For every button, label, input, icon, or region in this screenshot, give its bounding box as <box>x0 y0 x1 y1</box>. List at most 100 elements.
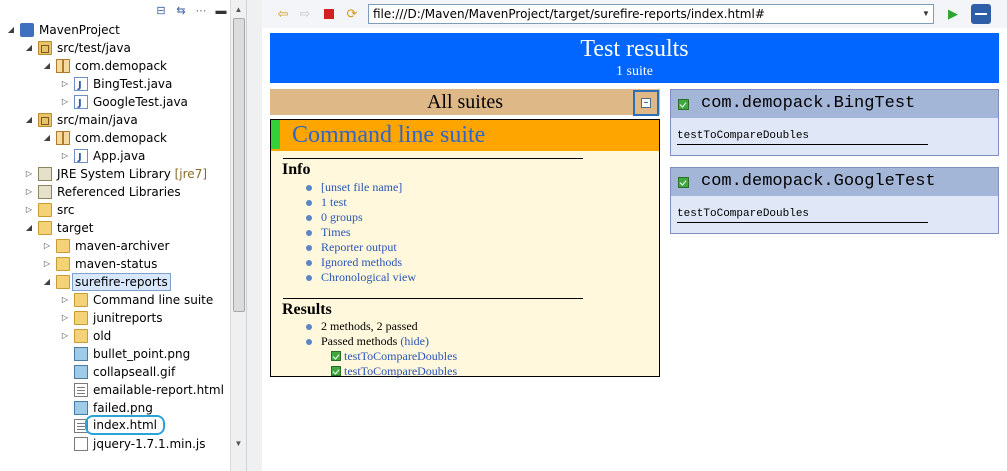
expand-toggle-icon[interactable]: ▷ <box>60 291 70 309</box>
tree-item[interactable]: bullet_point.png <box>0 345 230 363</box>
expand-toggle-icon[interactable]: ▷ <box>42 255 52 273</box>
tree-item[interactable]: ▷ maven-status <box>0 255 230 273</box>
divider <box>283 158 583 159</box>
tree-item[interactable]: ▷ BingTest.java <box>0 75 230 95</box>
go-icon[interactable]: ▶ <box>945 6 961 22</box>
tree-item-text: maven-status <box>75 257 158 271</box>
passed-method-link[interactable]: testToCompareDoubles <box>344 364 457 378</box>
info-link[interactable]: Reporter output <box>306 240 416 255</box>
expand-toggle-icon[interactable]: ▷ <box>60 147 70 165</box>
collapse-toggle-icon[interactable]: ◢ <box>24 111 34 129</box>
tree-item[interactable]: ▷ App.java <box>0 147 230 167</box>
tree-item[interactable]: ▷ src <box>0 201 230 219</box>
package-icon <box>56 131 70 145</box>
tree-item[interactable]: ◢ target <box>0 219 230 237</box>
tree-item[interactable]: ▷ maven-archiver <box>0 237 230 255</box>
tree-item-text: com.demopack <box>75 59 167 73</box>
expand-toggle-icon[interactable]: ▷ <box>24 165 34 183</box>
tree-item-text: JRE System Library <box>57 167 171 181</box>
passed-method-item[interactable]: testToCompareDoubles <box>331 349 457 364</box>
tree-item[interactable]: ▷ GoogleTest.java <box>0 93 230 113</box>
info-link[interactable]: [unset file name] <box>306 180 416 195</box>
passed-method-link[interactable]: testToCompareDoubles <box>344 349 457 363</box>
folder-icon <box>74 293 88 307</box>
info-link[interactable]: Chronological view <box>306 270 416 285</box>
tree-item[interactable]: ▷ Command line suite <box>0 291 230 309</box>
info-link[interactable]: Times <box>306 225 416 240</box>
tree-item[interactable]: ▷ Referenced Libraries <box>0 183 230 201</box>
collapse-toggle-icon[interactable]: ◢ <box>42 273 52 291</box>
tree-item[interactable]: ◢ com.demopack <box>0 129 230 147</box>
expand-toggle-icon[interactable]: ▷ <box>60 93 70 111</box>
info-link[interactable]: 0 groups <box>306 210 416 225</box>
tree-item-label: src <box>57 201 75 219</box>
tree-item[interactable]: ▷ junitreports <box>0 309 230 327</box>
image-file-icon <box>74 365 88 379</box>
expand-toggle-icon[interactable]: ▷ <box>60 327 70 345</box>
expand-toggle-icon[interactable]: ▷ <box>24 183 34 201</box>
suites-header: All suites <box>270 89 660 115</box>
tree-item-label: old <box>93 327 111 345</box>
open-external-icon[interactable] <box>971 4 991 24</box>
tree-item[interactable]: ▷ old <box>0 327 230 345</box>
passed-method-item[interactable]: testToCompareDoubles <box>331 364 457 379</box>
tree-item-text: src <box>57 203 75 217</box>
expand-toggle-icon[interactable]: ▷ <box>24 201 34 219</box>
scroll-down-icon[interactable]: ▼ <box>231 436 246 451</box>
folder-icon <box>74 329 88 343</box>
tree-item-text: App.java <box>93 149 146 163</box>
tree-item[interactable]: emailable-report.html <box>0 381 230 399</box>
tree-item[interactable]: collapseall.gif <box>0 363 230 381</box>
tree-item-text: jquery-1.7.1.min.js <box>93 437 206 451</box>
url-dropdown-icon[interactable]: ▼ <box>919 5 933 23</box>
scroll-thumb[interactable] <box>233 18 245 312</box>
link-with-editor-icon[interactable]: ⇆ <box>174 4 188 18</box>
minimize-icon[interactable]: ▬ <box>214 4 228 18</box>
stop-icon[interactable] <box>321 6 337 22</box>
library-icon <box>38 185 52 199</box>
info-link[interactable]: 1 test <box>306 195 416 210</box>
collapse-toggle-icon[interactable]: ◢ <box>6 21 16 39</box>
explorer-scrollbar[interactable]: ▲ ▼ <box>230 0 246 471</box>
pass-status-strip <box>271 120 280 149</box>
folder-icon <box>38 203 52 217</box>
tree-item-label: Command line suite <box>93 291 213 309</box>
collapse-toggle-icon[interactable]: ◢ <box>24 39 34 57</box>
java-file-icon <box>74 149 88 167</box>
expand-toggle-icon[interactable]: ▷ <box>60 75 70 93</box>
tree-item-label: MavenProject <box>39 21 120 39</box>
suite-name-link[interactable]: Command line suite <box>292 120 485 150</box>
back-icon[interactable]: ⇦ <box>275 6 291 22</box>
refresh-icon[interactable]: ⟳ <box>344 6 360 22</box>
class-name[interactable]: com.demopack.GoogleTest <box>701 170 936 194</box>
tree-item[interactable]: jquery-1.7.1.min.js <box>0 435 230 453</box>
forward-icon[interactable]: ⇨ <box>297 6 313 22</box>
url-input[interactable]: file:///D:/Maven/MavenProject/target/sur… <box>368 4 934 24</box>
scroll-up-icon[interactable]: ▲ <box>231 2 246 17</box>
view-menu-icon[interactable]: ⋯ <box>194 4 208 18</box>
tree-item[interactable]: ◢ src/test/java <box>0 39 230 57</box>
tree-item-decoration: [jre7] <box>174 167 208 181</box>
collapse-toggle-icon[interactable]: ◢ <box>24 219 34 237</box>
tree-item[interactable]: ▷ JRE System Library [jre7] <box>0 165 230 183</box>
expand-toggle-icon[interactable]: ▷ <box>42 237 52 255</box>
tree-item[interactable]: ◢ MavenProject <box>0 21 230 39</box>
collapse-toggle-icon[interactable]: ◢ <box>42 57 52 75</box>
hide-link[interactable]: (hide) <box>400 334 429 348</box>
info-link[interactable]: Ignored methods <box>306 255 416 270</box>
class-header: com.demopack.GoogleTest <box>671 168 998 196</box>
passed-check-icon <box>678 99 689 110</box>
collapse-toggle-icon[interactable]: ◢ <box>42 129 52 147</box>
tree-item[interactable]: ◢ surefire-reports <box>0 273 230 291</box>
collapse-all-button[interactable] <box>633 90 659 116</box>
tree-item[interactable]: index.html <box>0 415 230 435</box>
expand-toggle-icon[interactable]: ▷ <box>60 309 70 327</box>
class-name[interactable]: com.demopack.BingTest <box>701 92 915 116</box>
collapse-all-icon[interactable]: ⊟ <box>154 4 168 18</box>
tree-item[interactable]: ◢ src/main/java <box>0 111 230 129</box>
source-folder-icon <box>38 41 52 55</box>
tree-item[interactable]: ◢ com.demopack <box>0 57 230 75</box>
results-summary: 2 methods, 2 passed <box>306 319 429 334</box>
tree-item-label: jquery-1.7.1.min.js <box>93 435 205 453</box>
tree-item-text: target <box>57 221 94 235</box>
